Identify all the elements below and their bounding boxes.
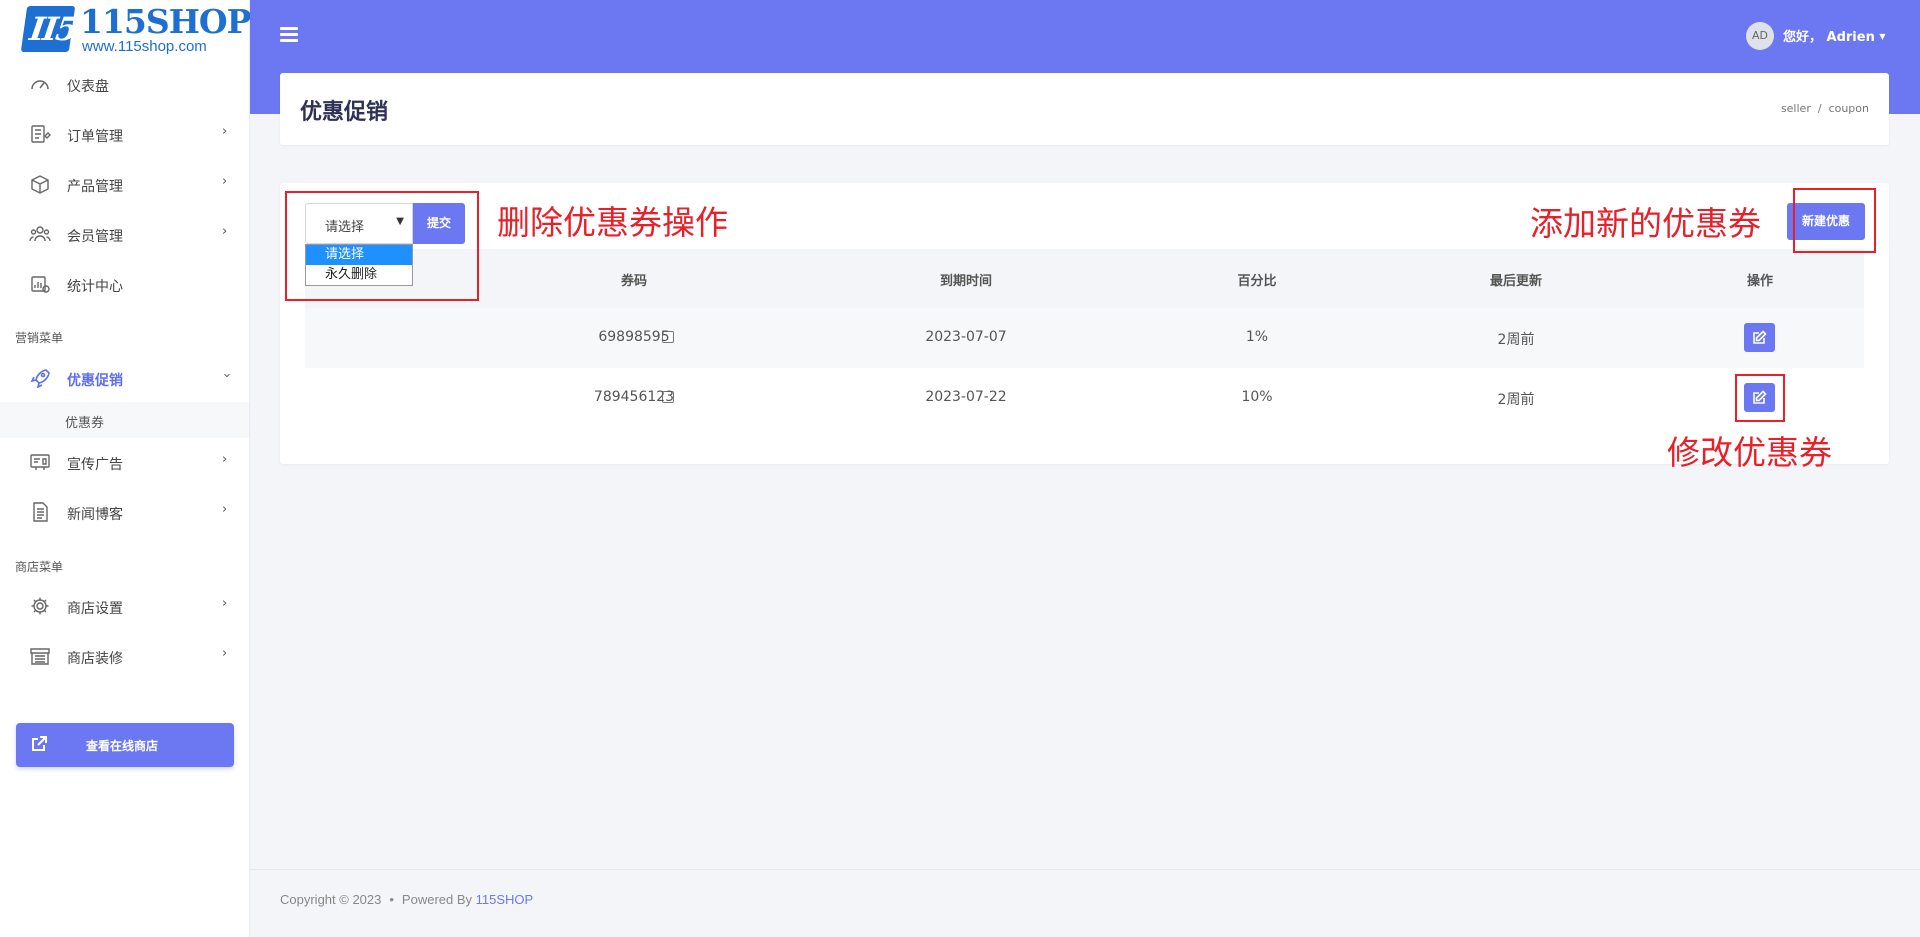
chevron-right-icon: › (222, 224, 228, 239)
view-online-store-label: 查看在线商店 (86, 739, 159, 753)
user-menu[interactable]: 您好， Adrien ▼ (1783, 26, 1886, 45)
cell-expiry: 2023-07-07 (925, 329, 1007, 345)
chevron-right-icon: › (222, 596, 228, 611)
logo[interactable]: II5 115SHOP www.115shop.com (20, 2, 251, 55)
breadcrumb-separator: / (1817, 102, 1822, 115)
storefront-icon (30, 648, 50, 665)
chevron-right-icon: › (222, 452, 228, 467)
page-header: 优惠促销 seller / coupon (280, 73, 1889, 145)
users-icon (29, 226, 51, 242)
cell-percent: 10% (1241, 389, 1273, 405)
section-title-marketing: 营销菜单 (15, 331, 64, 345)
cell-percent: 1% (1245, 329, 1269, 345)
sidebar-item-label: 宣传广告 (67, 457, 123, 473)
chevron-right-icon: › (222, 502, 228, 517)
option-permanent-delete[interactable]: 永久删除 (306, 265, 412, 285)
sidebar-item-blog[interactable]: 新闻博客 › (0, 491, 249, 535)
sidebar-subitem-coupons[interactable]: 优惠券 (0, 402, 249, 438)
annotation-box-edit (1735, 374, 1785, 422)
section-title-store: 商店菜单 (15, 560, 64, 574)
bulk-action-dropdown: 请选择 永久删除 (305, 244, 413, 286)
stats-icon (31, 276, 50, 293)
logo-text: 115SHOP (80, 2, 251, 41)
sidebar-item-promotions[interactable]: 优惠促销 › (0, 357, 249, 401)
chevron-right-icon: › (222, 646, 228, 661)
column-header-percent: 百分比 (1237, 274, 1277, 289)
edit-icon (1753, 330, 1767, 344)
gear-icon (31, 597, 49, 615)
dashboard-icon (31, 80, 49, 90)
cell-updated: 2周前 (1497, 332, 1535, 348)
annotation-delete: 删除优惠券操作 (497, 203, 728, 242)
logo-url: www.115shop.com (82, 38, 207, 55)
order-list-icon (31, 125, 51, 143)
option-please-select[interactable]: 请选择 (306, 245, 412, 265)
breadcrumb: seller / coupon (1781, 102, 1869, 115)
logo-mark: II5 (20, 6, 79, 52)
sidebar-item-products[interactable]: 产品管理 › (0, 163, 249, 207)
footer: Copyright © 2023 • Powered By 115SHOP (280, 892, 533, 907)
sidebar-item-label: 商店设置 (67, 601, 123, 617)
sidebar-item-label: 产品管理 (67, 179, 123, 195)
sidebar-item-label: 优惠促销 (67, 373, 123, 389)
sidebar-item-label: 仪表盘 (67, 79, 109, 95)
column-header-code: 券码 (620, 274, 648, 289)
sidebar: II5 115SHOP www.115shop.com 仪表盘 订单管理 › 产… (0, 0, 251, 937)
breadcrumb-item-seller[interactable]: seller (1781, 102, 1811, 115)
external-link-icon (32, 736, 47, 751)
sidebar-item-store-settings[interactable]: 商店设置 › (0, 585, 249, 629)
page-title: 优惠促销 (300, 100, 389, 125)
avatar[interactable]: AD (1746, 22, 1774, 50)
sidebar-item-label: 统计中心 (67, 279, 123, 295)
rocket-icon (30, 369, 50, 388)
sidebar-item-statistics[interactable]: 统计中心 (0, 263, 249, 307)
table-header: 券码 到期时间 百分比 最后更新 操作 (305, 249, 1864, 308)
billboard-icon (30, 454, 50, 470)
caret-down-icon: ▼ (1879, 32, 1886, 41)
sidebar-item-label: 商店装修 (67, 651, 123, 667)
chevron-right-icon: › (222, 124, 228, 139)
table-row: 69898595 2023-07-07 1% 2周前 (305, 308, 1864, 368)
chevron-down-icon: › (219, 372, 235, 379)
annotation-add: 添加新的优惠券 (1530, 204, 1761, 243)
sidebar-item-label: 会员管理 (67, 229, 123, 245)
column-header-expiry: 到期时间 (939, 274, 993, 289)
sidebar-item-members[interactable]: 会员管理 › (0, 213, 249, 257)
breadcrumb-item-coupon: coupon (1828, 102, 1869, 115)
footer-divider (250, 869, 1920, 870)
annotation-box-add (1793, 188, 1876, 253)
document-icon (33, 502, 48, 522)
table-row: 789456123 2023-07-22 10% 2周前 (305, 368, 1864, 428)
column-header-actions: 操作 (1746, 274, 1774, 289)
cell-code: 69898595 (598, 329, 670, 345)
footer-powered: Powered By (401, 892, 473, 907)
edit-button[interactable] (1744, 323, 1775, 352)
cell-updated: 2周前 (1497, 392, 1535, 408)
cell-code: 789456123 (593, 389, 675, 405)
sidebar-subitem-label: 优惠券 (65, 416, 105, 431)
footer-dot: • (389, 892, 394, 907)
annotation-edit: 修改优惠券 (1667, 433, 1832, 472)
sidebar-item-store-design[interactable]: 商店装修 › (0, 635, 249, 679)
sidebar-item-label: 新闻博客 (67, 507, 123, 523)
chevron-right-icon: › (222, 174, 228, 189)
sidebar-item-orders[interactable]: 订单管理 › (0, 113, 249, 157)
menu-toggle-icon[interactable] (280, 27, 298, 43)
view-online-store-button[interactable]: 查看在线商店 (16, 723, 234, 767)
cell-expiry: 2023-07-22 (925, 389, 1007, 405)
footer-copyright: Copyright © 2023 (280, 892, 382, 907)
box-icon (31, 175, 49, 194)
user-greeting: 您好， Adrien (1783, 30, 1875, 45)
sidebar-item-dashboard[interactable]: 仪表盘 (0, 63, 249, 107)
footer-brand-link[interactable]: 115SHOP (476, 892, 534, 907)
sidebar-item-ads[interactable]: 宣传广告 › (0, 441, 249, 485)
column-header-updated: 最后更新 (1489, 274, 1543, 289)
sidebar-item-label: 订单管理 (67, 129, 123, 145)
